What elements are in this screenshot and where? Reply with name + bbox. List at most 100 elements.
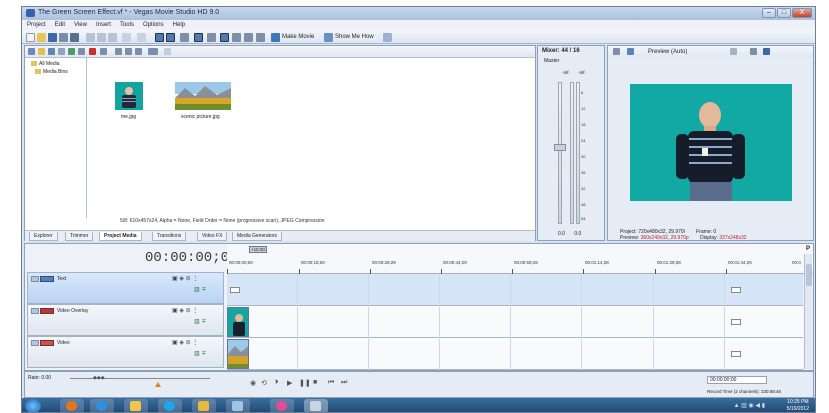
preview-properties-icon[interactable] bbox=[613, 48, 620, 55]
capture-icon[interactable] bbox=[38, 48, 45, 55]
thumbnail-me[interactable] bbox=[115, 82, 143, 110]
help-icon[interactable] bbox=[383, 33, 392, 42]
undo-icon[interactable] bbox=[122, 33, 131, 42]
time-ruler[interactable]: +15:00 00:00:00;00 00:00:15;00 00:00:29;… bbox=[227, 244, 813, 274]
tab-project-media[interactable]: Project Media bbox=[99, 232, 142, 241]
track-name[interactable]: Video bbox=[57, 340, 70, 346]
overlays-icon[interactable] bbox=[730, 48, 737, 55]
taskbar-app[interactable] bbox=[192, 399, 216, 412]
save-snapshot-icon[interactable] bbox=[763, 48, 770, 55]
track-lane-text[interactable] bbox=[227, 274, 803, 306]
playback-rate-slider[interactable] bbox=[70, 378, 210, 379]
tab-media-generators[interactable]: Media Generators bbox=[232, 232, 283, 241]
master-fader-track[interactable] bbox=[558, 82, 562, 224]
menu-view[interactable]: View bbox=[74, 20, 87, 30]
make-movie-icon[interactable] bbox=[271, 33, 280, 42]
taskbar-explorer[interactable] bbox=[124, 399, 148, 412]
video-event-end-icon[interactable] bbox=[731, 351, 741, 357]
selection-tool-icon[interactable] bbox=[244, 33, 253, 42]
auto-ripple-icon[interactable] bbox=[166, 33, 175, 42]
tree-item-all-media[interactable]: All Media bbox=[31, 61, 60, 67]
close-button[interactable]: X bbox=[792, 8, 812, 18]
taskbar-app[interactable] bbox=[226, 399, 250, 412]
preview-quality-select[interactable]: Preview (Auto) bbox=[648, 48, 687, 57]
new-project-icon[interactable] bbox=[26, 33, 35, 42]
envelope-tool-icon[interactable] bbox=[232, 33, 241, 42]
show-me-how-icon[interactable] bbox=[324, 33, 333, 42]
track-controls[interactable]: ▣ ◈ ⊘ ⋮ bbox=[172, 307, 198, 314]
video-clip-me[interactable] bbox=[227, 307, 249, 337]
play-icon[interactable]: ▶ bbox=[287, 379, 292, 387]
tab-video-fx[interactable]: Video FX bbox=[197, 232, 228, 241]
snapping-icon[interactable] bbox=[155, 33, 164, 42]
tree-item-media-bins[interactable]: Media Bins bbox=[35, 69, 68, 75]
lock-envelopes-icon[interactable] bbox=[180, 33, 189, 42]
external-monitor-icon[interactable] bbox=[627, 48, 634, 55]
text-event-icon[interactable] bbox=[230, 287, 240, 293]
record-icon[interactable]: ◉ bbox=[250, 379, 256, 387]
search-icon[interactable] bbox=[164, 48, 171, 55]
stop-icon[interactable]: ■ bbox=[313, 379, 317, 386]
copy-icon[interactable] bbox=[97, 33, 106, 42]
go-to-start-icon[interactable]: ⏮ bbox=[328, 379, 334, 387]
tab-trimmer[interactable]: Trimmer bbox=[65, 232, 94, 241]
get-media-icon[interactable] bbox=[48, 48, 55, 55]
tab-transitions[interactable]: Transitions bbox=[152, 232, 187, 241]
system-tray[interactable]: ▲ ▥ ◉ ◀ ▮ bbox=[734, 402, 765, 409]
edit-tool-icon[interactable] bbox=[220, 33, 229, 42]
media-properties-icon[interactable] bbox=[100, 48, 107, 55]
zoom-tool-icon[interactable] bbox=[256, 33, 265, 42]
track-controls[interactable]: ▣ ◈ ⊘ ⋮ bbox=[172, 275, 198, 282]
play-media-icon[interactable] bbox=[115, 48, 122, 55]
go-to-end-icon[interactable]: ⏭ bbox=[341, 379, 347, 387]
make-movie-button[interactable]: Make Movie bbox=[282, 33, 314, 42]
start-button[interactable] bbox=[25, 399, 41, 412]
tab-explorer[interactable]: Explorer bbox=[29, 232, 58, 241]
track-header-video-overlay[interactable]: Video Overlay ▣ ◈ ⊘ ⋮ ▥ ∓ bbox=[27, 304, 224, 336]
cursor-timecode[interactable]: 00:00:00;00 bbox=[145, 250, 237, 266]
crossfade-icon[interactable] bbox=[194, 33, 203, 42]
redo-icon[interactable] bbox=[137, 33, 146, 42]
save-icon[interactable] bbox=[48, 33, 57, 42]
track-fx-icon[interactable]: ▥ ∓ bbox=[194, 350, 206, 357]
time-marker[interactable]: +15:00 bbox=[249, 246, 267, 253]
auto-preview-icon[interactable] bbox=[135, 48, 142, 55]
video-clip-scenic[interactable] bbox=[227, 339, 249, 369]
open-folder-icon[interactable] bbox=[37, 33, 46, 42]
menu-edit[interactable]: Edit bbox=[55, 20, 65, 30]
track-name[interactable]: Video Overlay bbox=[57, 308, 88, 314]
taskbar-firefox[interactable] bbox=[60, 399, 84, 412]
properties-icon[interactable] bbox=[70, 33, 79, 42]
loop-playback-icon[interactable]: ⟲ bbox=[261, 379, 267, 387]
taskbar-internet-explorer[interactable] bbox=[90, 399, 114, 412]
p-button[interactable]: P bbox=[806, 246, 810, 252]
play-from-start-icon[interactable]: ⏵ bbox=[275, 379, 279, 387]
track-header-video[interactable]: Video ▣ ◈ ⊘ ⋮ ▥ ∓ bbox=[27, 336, 224, 368]
pause-icon[interactable]: ❚❚ bbox=[299, 379, 311, 387]
master-fader-handle[interactable] bbox=[554, 144, 566, 151]
views-icon[interactable] bbox=[148, 48, 158, 55]
render-icon[interactable] bbox=[59, 33, 68, 42]
taskbar-vegas[interactable] bbox=[304, 399, 328, 412]
track-name[interactable]: Text bbox=[57, 276, 66, 282]
text-event-end-icon[interactable] bbox=[731, 287, 741, 293]
thumbnail-scenic-picture[interactable] bbox=[175, 82, 231, 110]
minimize-button[interactable]: – bbox=[762, 8, 776, 18]
track-header-text[interactable]: Text ▣ ◈ ⊘ ⋮ ▥ ∓ bbox=[27, 272, 224, 304]
taskbar-clock[interactable]: 10:25 PM 5/19/2012 bbox=[787, 399, 809, 412]
track-lane-video[interactable] bbox=[227, 338, 803, 370]
track-lane-video-overlay[interactable] bbox=[227, 306, 803, 338]
rate-slider-handle[interactable]: ◆◆◆ bbox=[93, 375, 105, 381]
end-time-field[interactable]: 00:00:00;00 bbox=[707, 376, 767, 384]
taskbar-app[interactable] bbox=[270, 399, 294, 412]
paste-icon[interactable] bbox=[108, 33, 117, 42]
maximize-button[interactable]: □ bbox=[777, 8, 791, 18]
taskbar-skype[interactable] bbox=[158, 399, 182, 412]
stop-media-icon[interactable] bbox=[125, 48, 132, 55]
burn-icon[interactable] bbox=[58, 48, 65, 55]
track-fx-icon[interactable]: ▥ ∓ bbox=[194, 318, 206, 325]
remove-media-icon[interactable] bbox=[89, 48, 96, 55]
menu-project[interactable]: Project bbox=[27, 20, 46, 30]
menu-help[interactable]: Help bbox=[173, 20, 185, 30]
show-me-how-button[interactable]: Show Me How bbox=[335, 33, 374, 42]
